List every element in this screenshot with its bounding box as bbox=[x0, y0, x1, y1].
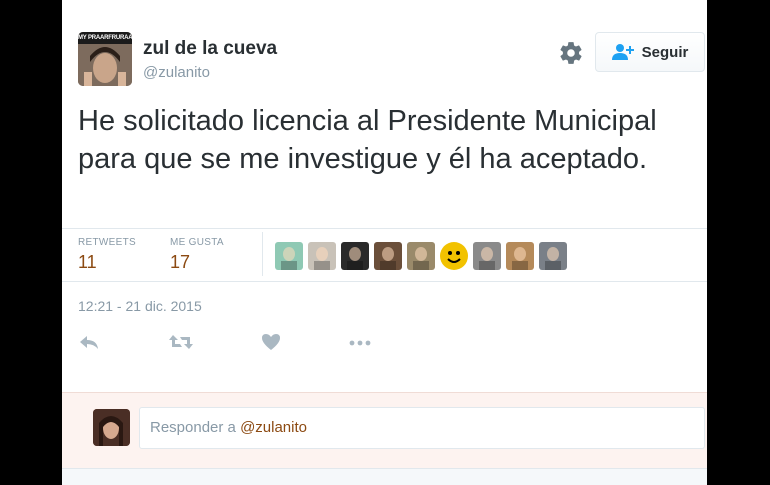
tweet-card: MY PRAARFRURAAAA zul de la cueva @zulani… bbox=[62, 0, 707, 485]
reply-input[interactable]: Responder a @zulanito bbox=[139, 407, 705, 449]
current-user-avatar bbox=[93, 409, 130, 446]
retweets-count: 11 bbox=[78, 252, 97, 272]
author-avatar[interactable]: MY PRAARFRURAAAA bbox=[78, 32, 132, 86]
follow-button[interactable]: Seguir bbox=[595, 32, 705, 72]
likes-stat[interactable]: ME GUSTA 17 bbox=[170, 237, 224, 273]
author-name[interactable]: zul de la cueva bbox=[143, 38, 277, 60]
liker-avatar[interactable] bbox=[440, 242, 468, 270]
liker-avatar[interactable] bbox=[539, 242, 567, 270]
liker-avatars bbox=[275, 242, 567, 270]
retweets-stat[interactable]: RETWEETS 11 bbox=[78, 237, 136, 273]
reply-placeholder: Responder a bbox=[150, 419, 241, 436]
likes-count: 17 bbox=[170, 252, 191, 272]
retweet-icon[interactable] bbox=[168, 332, 194, 357]
reply-area: Responder a @zulanito bbox=[62, 392, 707, 468]
heart-icon[interactable] bbox=[260, 332, 282, 357]
liker-avatar[interactable] bbox=[407, 242, 435, 270]
liker-avatar[interactable] bbox=[341, 242, 369, 270]
liker-avatar[interactable] bbox=[275, 242, 303, 270]
tweet-text: He solicitado licencia al Presidente Mun… bbox=[78, 105, 657, 175]
retweets-label: RETWEETS bbox=[78, 237, 136, 248]
follow-button-label: Seguir bbox=[641, 43, 689, 61]
liker-avatar[interactable] bbox=[308, 242, 336, 270]
reply-icon[interactable] bbox=[78, 332, 100, 357]
stats-divider bbox=[262, 232, 263, 276]
liker-avatar[interactable] bbox=[374, 242, 402, 270]
bottom-strip bbox=[62, 468, 707, 485]
likes-label: ME GUSTA bbox=[170, 237, 224, 248]
tweet-stats: RETWEETS 11 ME GUSTA 17 bbox=[62, 228, 707, 282]
gear-icon[interactable] bbox=[558, 40, 584, 66]
author-handle[interactable]: @zulanito bbox=[143, 64, 210, 81]
add-user-icon bbox=[611, 44, 634, 60]
reply-mention: @zulanito bbox=[240, 419, 307, 436]
liker-avatar[interactable] bbox=[473, 242, 501, 270]
tweet-timestamp[interactable]: 12:21 - 21 dic. 2015 bbox=[78, 298, 202, 314]
more-icon[interactable] bbox=[348, 332, 372, 357]
liker-avatar[interactable] bbox=[506, 242, 534, 270]
